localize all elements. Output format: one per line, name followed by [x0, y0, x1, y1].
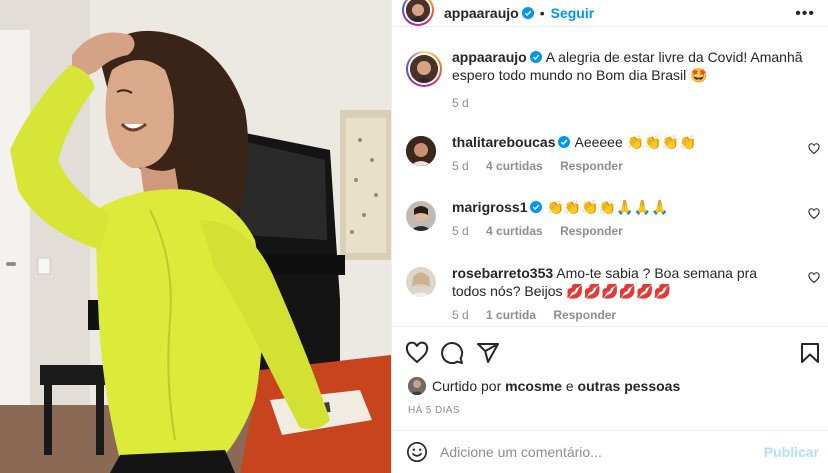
photo-illustration: [0, 0, 391, 473]
reply-button[interactable]: Responder: [560, 224, 623, 238]
comment-text: Aeeeee 👏👏👏👏: [574, 134, 697, 150]
author-avatar[interactable]: [402, 0, 434, 26]
comment-meta: 5 d 4 curtidas Responder: [452, 159, 806, 173]
commenter-avatar[interactable]: [406, 201, 436, 231]
likes-prefix: Curtido por: [432, 378, 502, 394]
comment-age[interactable]: 5 d: [452, 224, 469, 238]
comment-likes[interactable]: 1 curtida: [486, 308, 536, 322]
comment-username[interactable]: marigross1: [452, 199, 527, 215]
post-timestamp[interactable]: HÁ 5 DIAS: [408, 405, 460, 416]
comment-icon[interactable]: [440, 341, 464, 365]
publish-button[interactable]: Publicar: [764, 444, 819, 460]
caption-meta: 5 d: [452, 96, 806, 110]
follow-button[interactable]: Seguir: [551, 5, 595, 21]
verified-icon: [530, 201, 543, 213]
commenter-avatar[interactable]: [406, 136, 436, 166]
comment-item: rosebarreto353 Amo-te sabia ? Boa semana…: [406, 264, 820, 322]
comment-likes[interactable]: 4 curtidas: [486, 159, 543, 173]
verified-icon: [529, 51, 542, 63]
comment-item: thalitareboucas Aeeeee 👏👏👏👏 5 d 4 curtida…: [406, 133, 820, 173]
comment-age[interactable]: 5 d: [452, 159, 469, 173]
post-photo[interactable]: [0, 0, 391, 473]
comment-meta: 5 d 4 curtidas Responder: [452, 224, 806, 238]
add-comment-bar: Publicar: [392, 430, 828, 473]
author-username[interactable]: appaaraujo: [444, 5, 519, 21]
heart-icon[interactable]: [808, 143, 820, 155]
comment-likes[interactable]: 4 curtidas: [486, 224, 543, 238]
liker-avatar[interactable]: [408, 377, 426, 395]
comment-text: 👏👏👏👏🙏🙏🙏: [546, 199, 669, 215]
share-icon[interactable]: [476, 341, 500, 365]
comment-body: rosebarreto353 Amo-te sabia ? Boa semana…: [452, 264, 792, 300]
likes-joiner: e: [565, 378, 574, 394]
comment-username[interactable]: rosebarreto353: [452, 265, 553, 281]
heart-icon[interactable]: [405, 341, 429, 365]
post-side-panel: appaaraujo • Seguir ••• appaaraujo A alegri…: [391, 0, 828, 473]
more-icon[interactable]: •••: [795, 5, 815, 23]
liker-username[interactable]: mcosme: [505, 378, 562, 394]
likes-others[interactable]: outras pessoas: [578, 378, 681, 394]
commenter-avatar[interactable]: [406, 267, 436, 297]
comment-body: marigross1 👏👏👏👏🙏🙏🙏: [452, 198, 806, 216]
verified-icon: [521, 7, 534, 19]
caption-username[interactable]: appaaraujo: [452, 49, 527, 65]
comment-username[interactable]: thalitareboucas: [452, 134, 555, 150]
caption-body: appaaraujo A alegria de estar livre da Co…: [452, 48, 806, 84]
post-header: appaaraujo • Seguir •••: [392, 0, 828, 27]
reply-button[interactable]: Responder: [560, 159, 623, 173]
comment-input[interactable]: [440, 440, 760, 464]
comment-body: thalitareboucas Aeeeee 👏👏👏👏: [452, 133, 806, 151]
bookmark-icon[interactable]: [798, 341, 822, 365]
post-actions: Curtido por mcosme e outras pessoas HÁ 5…: [392, 326, 828, 426]
emoji-icon[interactable]: [406, 441, 428, 463]
verified-icon: [558, 136, 571, 148]
comment-item: marigross1 👏👏👏👏🙏🙏🙏 5 d 4 curtidas Respond…: [406, 198, 820, 238]
separator-dot: •: [539, 5, 545, 21]
heart-icon[interactable]: [808, 208, 820, 220]
caption-age[interactable]: 5 d: [452, 96, 469, 110]
comment-age[interactable]: 5 d: [452, 308, 469, 322]
caption: appaaraujo A alegria de estar livre da Co…: [406, 48, 806, 110]
header-author-line: appaaraujo • Seguir: [444, 5, 594, 21]
reply-button[interactable]: Responder: [553, 308, 616, 322]
likes-summary: Curtido por mcosme e outras pessoas: [408, 377, 680, 395]
comment-meta: 5 d 1 curtida Responder: [452, 308, 806, 322]
caption-avatar[interactable]: [406, 51, 442, 87]
heart-icon[interactable]: [808, 272, 820, 284]
comments-list: appaaraujo A alegria de estar livre da Co…: [392, 28, 828, 326]
